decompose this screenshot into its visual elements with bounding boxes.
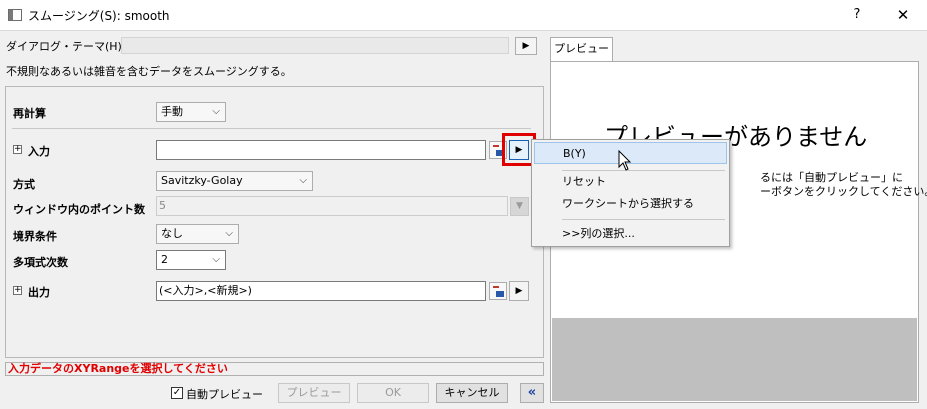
preview-button[interactable]: プレビュー (278, 383, 350, 403)
chevron-down-icon: ⌵ (212, 106, 220, 117)
method-select[interactable]: Savitzky-Golay ⌵ (156, 171, 313, 191)
boundary-select[interactable]: なし ⌵ (156, 224, 239, 244)
preview-message-line: ーボタンをクリックしてください。 (760, 185, 927, 198)
preview-empty-area (552, 318, 917, 401)
menu-separator (562, 219, 725, 220)
window-points-label: ウィンドウ内のポイント数 (13, 203, 145, 216)
cancel-button[interactable]: キャンセル (436, 383, 508, 403)
dialog-theme-field[interactable] (121, 37, 509, 54)
settings-panel (5, 86, 544, 358)
output-range-field[interactable]: (<入力>,<新規>) (156, 281, 486, 301)
select-range-icon[interactable] (489, 282, 507, 300)
chevron-down-icon: ⌵ (212, 254, 220, 265)
window-title: スムージング(S): smooth (28, 9, 170, 23)
app-window-icon (8, 9, 22, 21)
auto-preview-label: 自動プレビュー (186, 388, 263, 401)
recalc-select[interactable]: 手動 ⌵ (156, 102, 226, 122)
auto-preview-checkbox[interactable]: ✓ (171, 387, 183, 399)
preview-message-line: るには「自動プレビュー」に (760, 171, 903, 184)
help-button[interactable]: ? (842, 4, 872, 26)
poly-order-label: 多項式次数 (13, 256, 68, 269)
boundary-label: 境界条件 (13, 230, 57, 243)
menu-item-select-from-worksheet[interactable]: ワークシートから選択する (534, 193, 727, 215)
menu-item-select-columns[interactable]: >>列の選択... (534, 223, 727, 245)
window-points-dropdown-icon: ▼ (510, 197, 529, 216)
ok-button[interactable]: OK (357, 383, 429, 403)
recalc-label: 再計算 (13, 107, 46, 120)
method-label: 方式 (13, 178, 35, 191)
mouse-cursor-icon (618, 150, 632, 171)
boundary-value: なし (161, 227, 183, 240)
poly-order-value: 2 (161, 253, 168, 266)
chevron-down-icon: ⌵ (299, 175, 307, 186)
dialog-theme-arrow-button[interactable]: ▶ (515, 37, 537, 55)
title-bar: スムージング(S): smooth ? ✕ (0, 0, 927, 31)
collapse-preview-button[interactable]: « (520, 383, 544, 403)
poly-order-select[interactable]: 2 ⌵ (156, 250, 226, 270)
close-button[interactable]: ✕ (888, 4, 918, 26)
input-label: 入力 (28, 145, 50, 158)
tab-preview[interactable]: プレビュー (550, 37, 613, 61)
dialog-theme-label: ダイアログ・テーマ(H) (6, 40, 122, 53)
divider (12, 128, 531, 129)
output-label: 出力 (28, 286, 50, 299)
output-expand-icon[interactable]: + (13, 286, 22, 295)
recalc-value: 手動 (161, 105, 183, 118)
window-points-field: 5 (156, 196, 508, 216)
chevron-down-icon: ⌵ (225, 228, 233, 239)
input-expand-icon[interactable]: + (13, 145, 22, 154)
output-menu-arrow-button[interactable]: ▶ (509, 281, 529, 301)
method-value: Savitzky-Golay (161, 174, 243, 187)
preview-empty-message: るには「自動プレビュー」に ーボタンをクリックしてください。 (760, 171, 927, 199)
dialog-description: 不規則なあるいは雑音を含むデータをスムージングする。 (6, 65, 292, 78)
input-range-field[interactable] (156, 140, 486, 160)
menu-item-reset[interactable]: リセット (534, 171, 727, 193)
status-message: 入力データのXYRangeを選択してください (5, 362, 544, 376)
